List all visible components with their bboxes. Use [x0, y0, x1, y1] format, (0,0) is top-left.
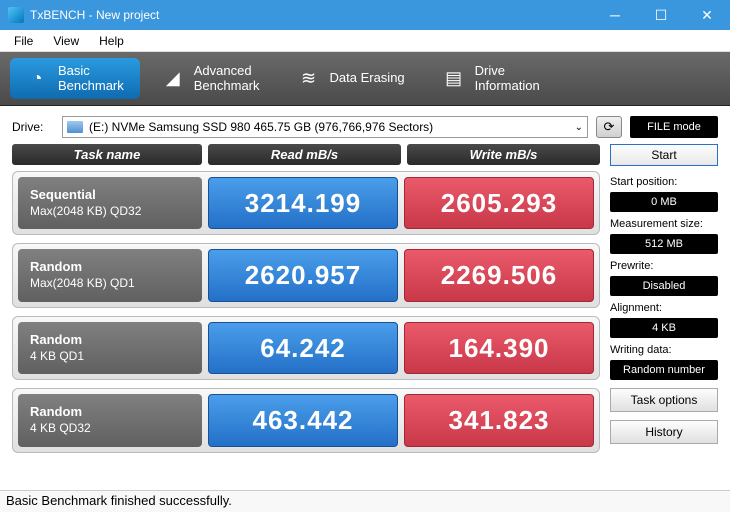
tab-drive-information[interactable]: ▤ Drive Information [427, 58, 556, 99]
app-icon [8, 7, 24, 23]
header-task: Task name [12, 144, 202, 165]
window-title: TxBENCH - New project [30, 8, 159, 22]
refresh-icon: ⟳ [604, 119, 615, 135]
task-params: Max(2048 KB) QD32 [30, 204, 190, 220]
side-panel: Start Start position: 0 MB Measurement s… [610, 144, 718, 461]
read-value: 64.242 [208, 322, 398, 374]
task-options-button[interactable]: Task options [610, 388, 718, 412]
alignment-label: Alignment: [610, 302, 718, 314]
gauge-icon: ◔ [26, 68, 48, 90]
task-cell[interactable]: RandomMax(2048 KB) QD1 [18, 249, 202, 301]
history-button[interactable]: History [610, 420, 718, 444]
drive-select[interactable]: (E:) NVMe Samsung SSD 980 465.75 GB (976… [62, 116, 588, 138]
start-position-value[interactable]: 0 MB [610, 192, 718, 212]
start-button[interactable]: Start [610, 144, 718, 166]
result-row: Random4 KB QD164.242164.390 [12, 316, 600, 380]
tab-basic-benchmark[interactable]: ◔ Basic Benchmark [10, 58, 140, 99]
task-cell[interactable]: Random4 KB QD32 [18, 394, 202, 446]
drive-icon: ▤ [443, 68, 465, 90]
chevron-down-icon: ⌄ [575, 122, 583, 133]
file-mode-button[interactable]: FILE mode [630, 116, 718, 138]
menubar: File View Help [0, 30, 730, 52]
task-name: Random [30, 259, 190, 276]
disk-icon [67, 121, 83, 133]
result-row: SequentialMax(2048 KB) QD323214.1992605.… [12, 171, 600, 235]
write-value: 2605.293 [404, 177, 594, 229]
measurement-size-label: Measurement size: [610, 218, 718, 230]
chart-icon: ◢ [162, 68, 184, 90]
read-value: 3214.199 [208, 177, 398, 229]
task-name: Random [30, 332, 190, 349]
task-name: Random [30, 404, 190, 421]
write-value: 341.823 [404, 394, 594, 446]
close-button[interactable]: ✕ [684, 0, 730, 30]
maximize-button[interactable]: ☐ [638, 0, 684, 30]
write-value: 164.390 [404, 322, 594, 374]
read-value: 463.442 [208, 394, 398, 446]
task-params: 4 KB QD1 [30, 349, 190, 365]
header-write: Write mB/s [407, 144, 600, 165]
status-bar: Basic Benchmark finished successfully. [0, 490, 730, 512]
minimize-button[interactable]: ─ [592, 0, 638, 30]
alignment-value[interactable]: 4 KB [610, 318, 718, 338]
task-cell[interactable]: Random4 KB QD1 [18, 322, 202, 374]
erase-icon: ≋ [298, 68, 320, 90]
drive-controls: Drive: (E:) NVMe Samsung SSD 980 465.75 … [0, 106, 730, 144]
tab-data-erasing[interactable]: ≋ Data Erasing [282, 62, 421, 96]
start-position-label: Start position: [610, 176, 718, 188]
refresh-button[interactable]: ⟳ [596, 116, 622, 138]
task-cell[interactable]: SequentialMax(2048 KB) QD32 [18, 177, 202, 229]
prewrite-value[interactable]: Disabled [610, 276, 718, 296]
menu-help[interactable]: Help [89, 32, 134, 50]
menu-file[interactable]: File [4, 32, 43, 50]
task-name: Sequential [30, 187, 190, 204]
titlebar: TxBENCH - New project ─ ☐ ✕ [0, 0, 730, 30]
menu-view[interactable]: View [43, 32, 89, 50]
drive-value: (E:) NVMe Samsung SSD 980 465.75 GB (976… [89, 120, 433, 134]
result-row: RandomMax(2048 KB) QD12620.9572269.506 [12, 243, 600, 307]
result-row: Random4 KB QD32463.442341.823 [12, 388, 600, 452]
writing-data-label: Writing data: [610, 344, 718, 356]
read-value: 2620.957 [208, 249, 398, 301]
results-panel: Task name Read mB/s Write mB/s Sequentia… [12, 144, 600, 461]
measurement-size-value[interactable]: 512 MB [610, 234, 718, 254]
write-value: 2269.506 [404, 249, 594, 301]
task-params: 4 KB QD32 [30, 421, 190, 437]
tab-advanced-benchmark[interactable]: ◢ Advanced Benchmark [146, 58, 276, 99]
drive-label: Drive: [12, 120, 54, 134]
task-params: Max(2048 KB) QD1 [30, 276, 190, 292]
prewrite-label: Prewrite: [610, 260, 718, 272]
writing-data-value[interactable]: Random number [610, 360, 718, 380]
header-read: Read mB/s [208, 144, 401, 165]
tabbar: ◔ Basic Benchmark ◢ Advanced Benchmark ≋… [0, 52, 730, 106]
